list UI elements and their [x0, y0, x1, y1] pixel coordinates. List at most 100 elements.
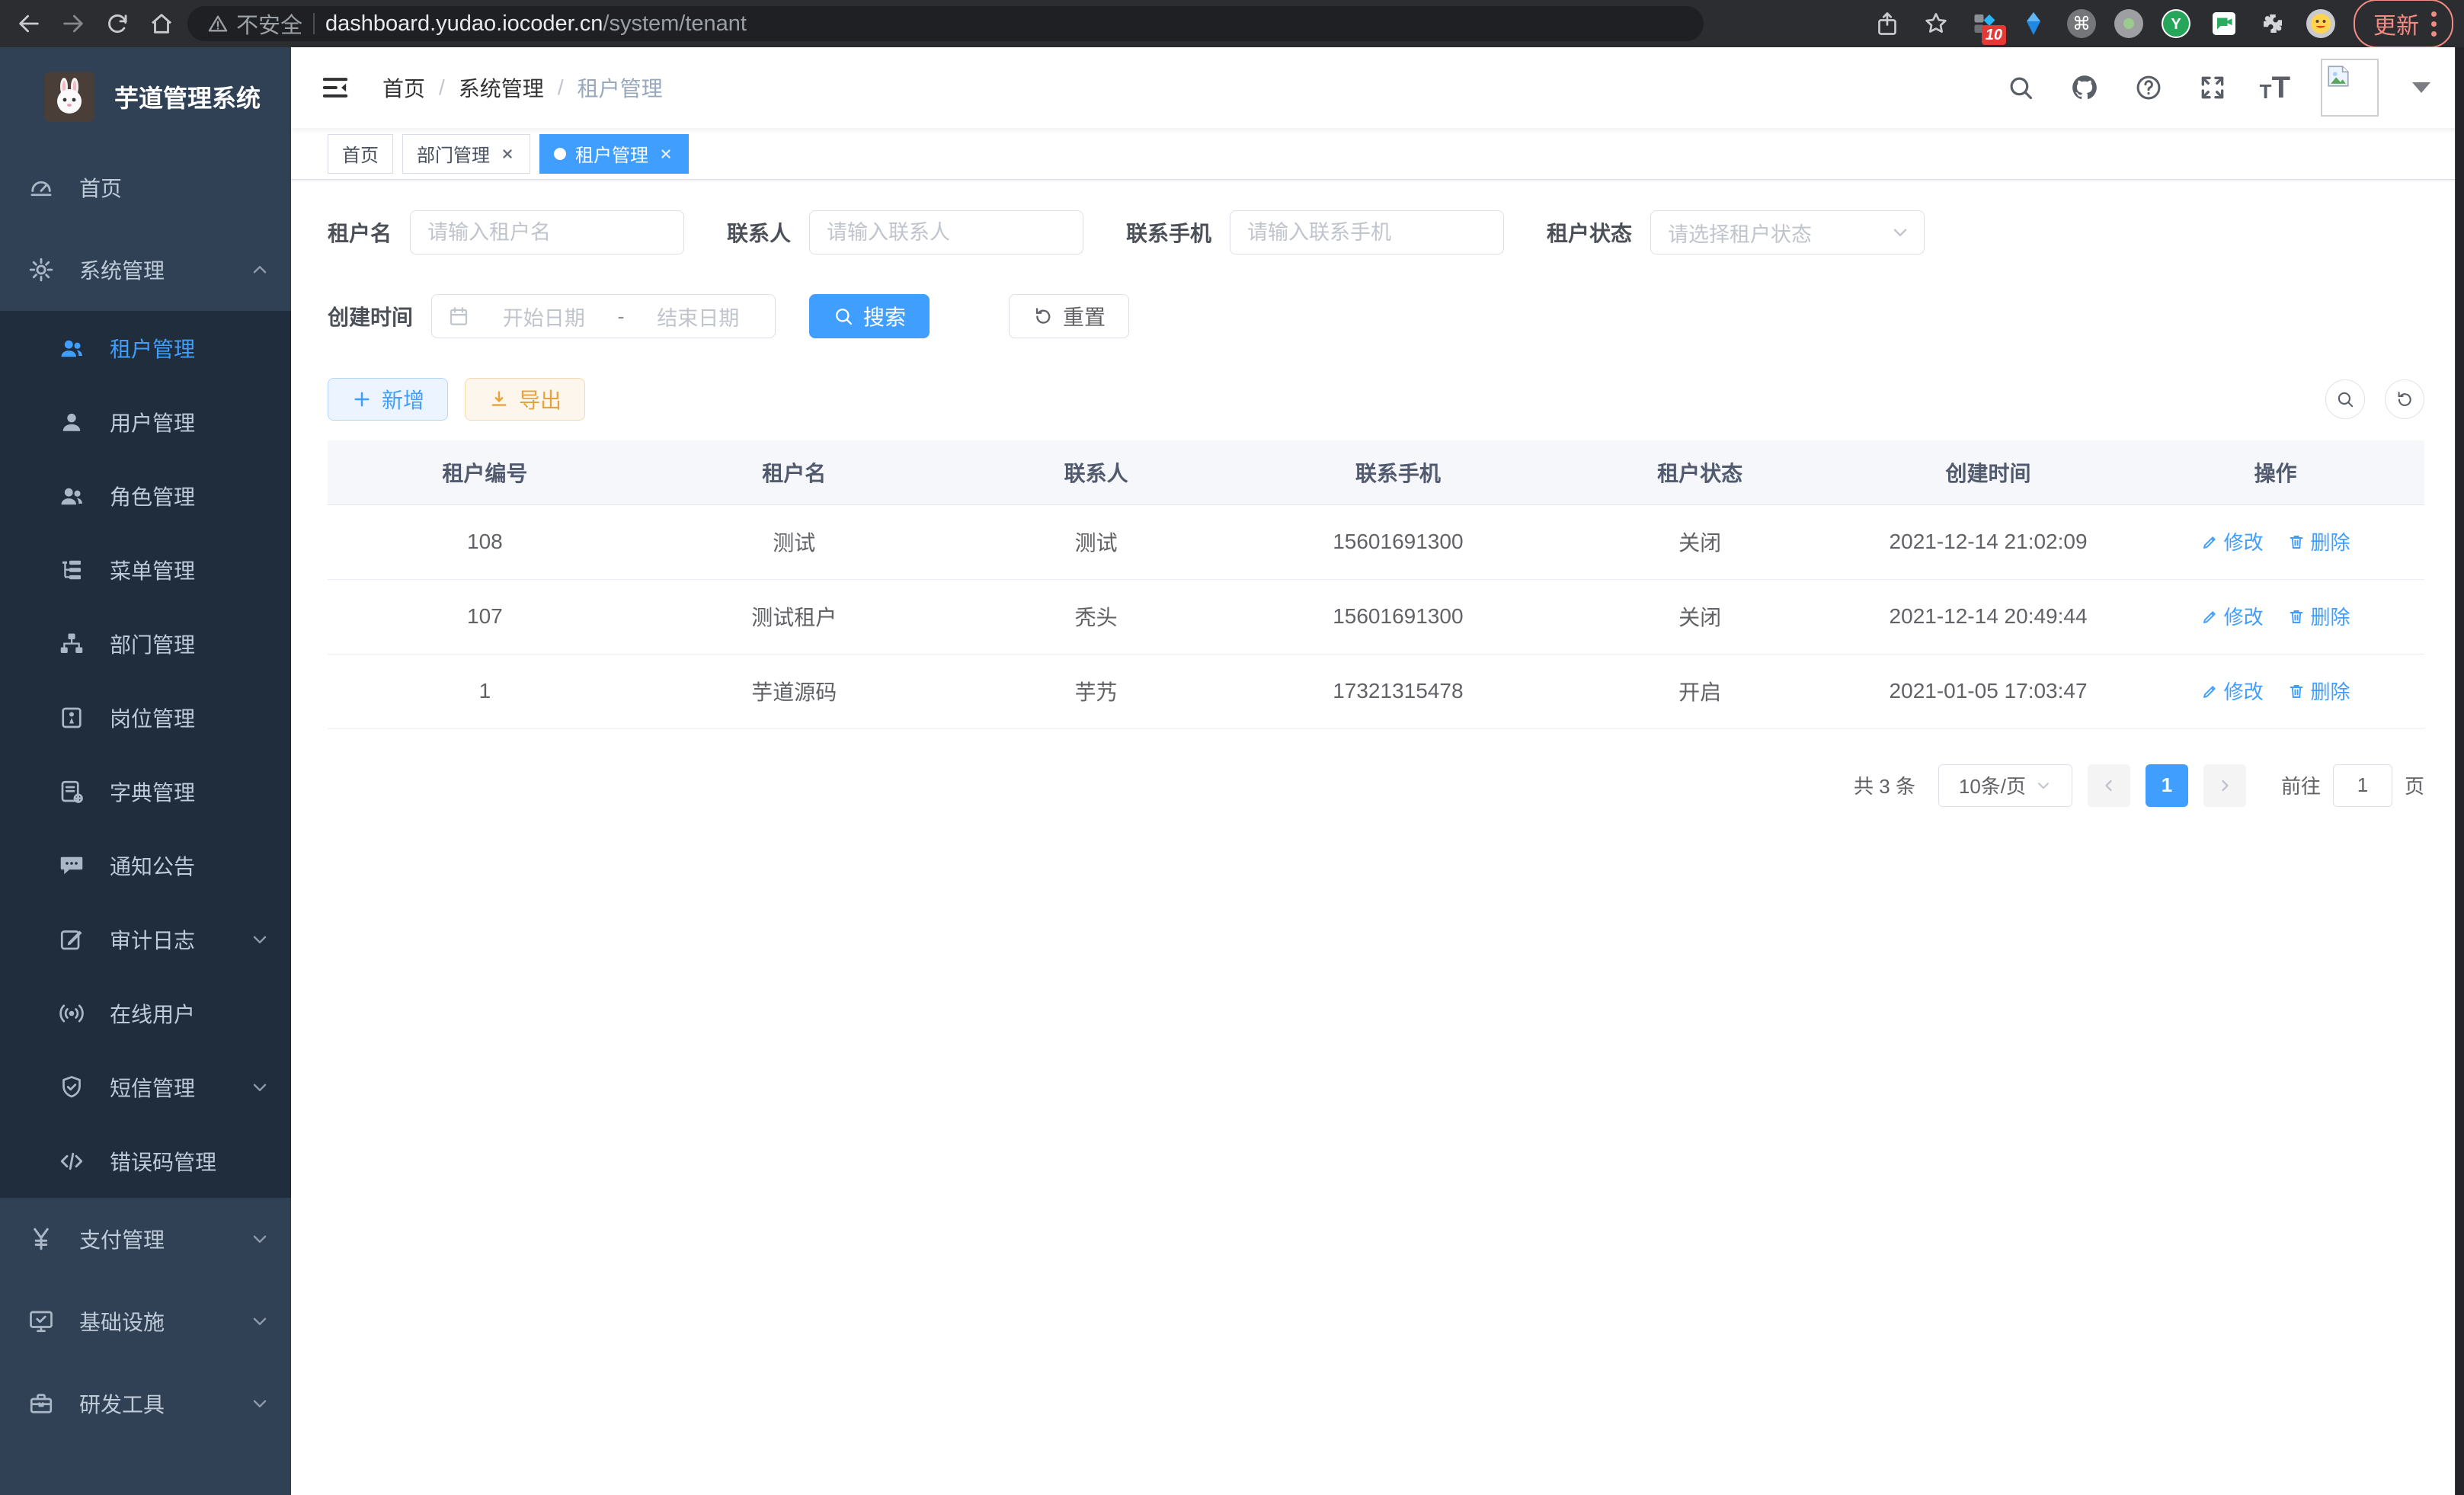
app-title: 芋道管理系统	[114, 79, 261, 114]
filter-row-1: 租户名 联系人 联系手机 租户状态 请选择租户状态	[328, 210, 2424, 255]
goto-label: 前往	[2281, 771, 2321, 799]
browser-update-button[interactable]: 更新	[2354, 0, 2453, 48]
add-button[interactable]: 新增	[328, 378, 448, 421]
url-text: dashboard.yudao.iocoder.cn/system/tenant	[325, 11, 747, 37]
sidebar-item-online-user[interactable]: 在线用户	[0, 976, 291, 1050]
breadcrumb-home[interactable]: 首页	[382, 72, 425, 103]
sidebar-item-home[interactable]: 首页	[0, 146, 291, 229]
close-icon[interactable]	[658, 146, 674, 162]
export-button[interactable]: 导出	[465, 378, 585, 421]
table-search-toggle-button[interactable]	[2325, 379, 2365, 419]
bookmark-star-icon[interactable]	[1921, 8, 1951, 39]
download-icon	[488, 389, 510, 410]
yudao-extension-icon[interactable]: Y	[2162, 9, 2190, 38]
search-icon	[833, 306, 854, 327]
mobile-input[interactable]	[1230, 210, 1504, 255]
date-range-picker[interactable]: 开始日期 - 结束日期	[431, 294, 776, 338]
tab-tenant[interactable]: 租户管理	[539, 134, 689, 174]
search-button[interactable]: 搜索	[809, 294, 930, 338]
delete-link[interactable]: 删除	[2287, 527, 2350, 555]
table-header-row: 租户编号 租户名 联系人 联系手机 租户状态 创建时间 操作	[328, 440, 2424, 504]
contact-label: 联系人	[727, 217, 791, 248]
page-size-select[interactable]: 10条/页	[1938, 764, 2072, 807]
recorder-extension-icon[interactable]	[2114, 9, 2143, 38]
message-bubble-icon	[58, 852, 85, 879]
github-icon[interactable]	[2068, 71, 2101, 104]
status-select[interactable]: 请选择租户状态	[1650, 210, 1925, 255]
sidebar-item-menu[interactable]: 菜单管理	[0, 533, 291, 607]
chevron-down-icon	[250, 1394, 270, 1413]
extension-badge: 10	[1982, 25, 2006, 45]
browser-actions: 10 ⌘ Y 更新	[1872, 0, 2453, 48]
fullscreen-icon[interactable]	[2196, 71, 2229, 104]
goto-page-input[interactable]	[2333, 764, 2392, 807]
browser-menu-icon[interactable]	[2431, 11, 2437, 37]
sidebar-item-audit-log[interactable]: 审计日志	[0, 902, 291, 976]
sidebar-item-role[interactable]: 角色管理	[0, 459, 291, 533]
delete-link[interactable]: 删除	[2287, 677, 2350, 705]
avatar[interactable]	[2321, 59, 2379, 117]
edit-log-icon	[58, 926, 85, 953]
trash-icon	[2287, 607, 2306, 626]
contact-input[interactable]	[809, 210, 1083, 255]
chat-extension-icon[interactable]	[2209, 8, 2239, 39]
help-icon[interactable]	[2132, 71, 2165, 104]
sidebar-item-dev-tools[interactable]: 研发工具	[0, 1362, 291, 1445]
font-size-icon[interactable]: TT	[2260, 74, 2290, 101]
tenant-name-input[interactable]	[410, 210, 684, 255]
emoji-extension-icon[interactable]	[2306, 9, 2335, 38]
sidebar-item-notice[interactable]: 通知公告	[0, 828, 291, 902]
command-extension-icon[interactable]: ⌘	[2067, 9, 2096, 38]
kite-extension-icon[interactable]	[2018, 8, 2049, 39]
sidebar-item-tenant[interactable]: 租户管理	[0, 311, 291, 385]
sidebar-item-dict[interactable]: 字典管理	[0, 754, 291, 828]
share-icon[interactable]	[1872, 8, 1902, 39]
breadcrumb-separator: /	[439, 75, 445, 100]
avatar-caret-icon[interactable]	[2412, 82, 2430, 93]
table-row: 108 测试 测试 15601691300 关闭 2021-12-14 21:0…	[328, 504, 2424, 579]
sidebar-item-error-code[interactable]: 错误码管理	[0, 1124, 291, 1198]
window-edge	[2455, 47, 2464, 1495]
sidebar-item-sms[interactable]: 短信管理	[0, 1050, 291, 1124]
tenant-users-icon	[58, 335, 85, 362]
browser-reload-button[interactable]	[99, 5, 136, 42]
extension-tag-manager-icon[interactable]: 10	[1970, 8, 2000, 39]
browser-back-button[interactable]	[11, 5, 47, 42]
sidebar-collapse-button[interactable]	[314, 66, 357, 109]
tab-home[interactable]: 首页	[328, 134, 393, 174]
security-status[interactable]: 不安全	[207, 8, 302, 40]
sidebar-item-user[interactable]: 用户管理	[0, 385, 291, 459]
page-number-1[interactable]: 1	[2146, 764, 2188, 807]
edit-link[interactable]: 修改	[2201, 677, 2264, 705]
edit-link[interactable]: 修改	[2201, 602, 2264, 630]
col-mobile: 联系手机	[1246, 440, 1550, 504]
edit-link[interactable]: 修改	[2201, 527, 2264, 555]
sidebar-item-system[interactable]: 系统管理	[0, 229, 291, 311]
refresh-icon	[1032, 306, 1054, 327]
next-page-button[interactable]	[2203, 764, 2246, 807]
status-value: 关闭	[1550, 504, 1850, 579]
dashboard-icon	[27, 174, 55, 201]
reset-button[interactable]: 重置	[1009, 294, 1129, 338]
sidebar-item-payment[interactable]: 支付管理	[0, 1198, 291, 1280]
extensions-puzzle-icon[interactable]	[2258, 8, 2288, 39]
search-icon	[2335, 389, 2355, 409]
chevron-down-icon	[1890, 222, 1910, 242]
header-search-icon[interactable]	[2004, 71, 2037, 104]
browser-home-button[interactable]	[143, 5, 180, 42]
tab-dept[interactable]: 部门管理	[402, 134, 530, 174]
delete-link[interactable]: 删除	[2287, 602, 2350, 630]
broadcast-icon	[58, 1000, 85, 1027]
close-icon[interactable]	[499, 146, 516, 162]
address-bar[interactable]: 不安全 dashboard.yudao.iocoder.cn/system/te…	[187, 6, 1704, 41]
prev-page-button[interactable]	[2088, 764, 2130, 807]
table-refresh-button[interactable]	[2385, 379, 2424, 419]
sidebar-item-post[interactable]: 岗位管理	[0, 680, 291, 754]
breadcrumb-system[interactable]: 系统管理	[459, 72, 544, 103]
browser-forward-button[interactable]	[55, 5, 91, 42]
sidebar-item-infrastructure[interactable]: 基础设施	[0, 1280, 291, 1362]
sidebar-item-dept[interactable]: 部门管理	[0, 607, 291, 680]
col-actions: 操作	[2126, 440, 2424, 504]
sidebar-menu: 首页 系统管理 租户管理 用户管理	[0, 146, 291, 1495]
svg-text:Y: Y	[2171, 16, 2181, 33]
